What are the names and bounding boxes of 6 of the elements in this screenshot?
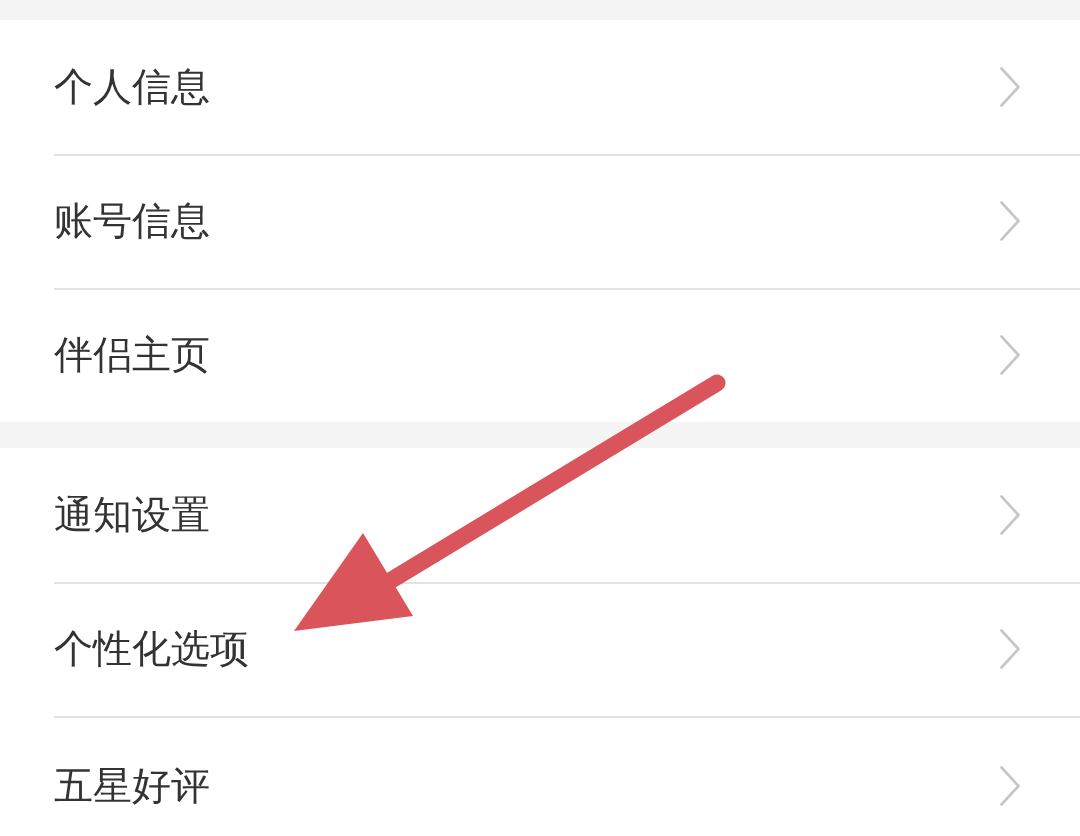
- chevron-right-icon: [1000, 495, 1020, 535]
- chevron-right-icon: [1000, 766, 1020, 806]
- chevron-right-icon: [1000, 201, 1020, 241]
- chevron-right-icon: [1000, 629, 1020, 669]
- chevron-right-icon: [1000, 67, 1020, 107]
- chevron-right-icon: [1000, 335, 1020, 375]
